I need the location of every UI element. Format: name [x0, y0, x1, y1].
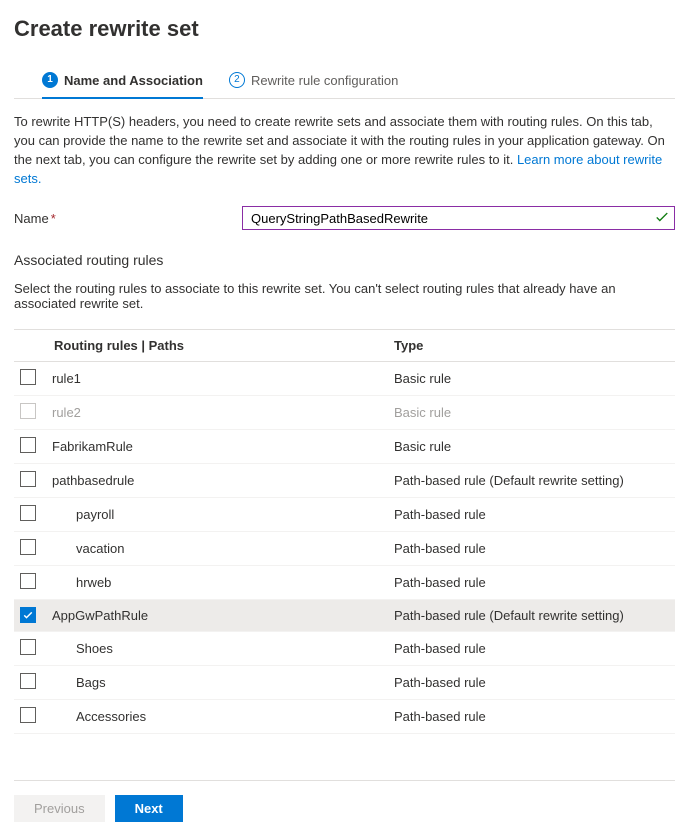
row-name: pathbasedrule — [52, 473, 134, 488]
tab-rewrite-rule-config[interactable]: 2 Rewrite rule configuration — [229, 66, 398, 98]
tab-label: Name and Association — [64, 73, 203, 88]
row-checkbox[interactable] — [20, 607, 36, 623]
row-checkbox[interactable] — [20, 369, 36, 385]
table-row: FabrikamRule Basic rule — [14, 430, 675, 464]
next-button[interactable]: Next — [115, 795, 183, 822]
tab-label: Rewrite rule configuration — [251, 73, 398, 88]
row-type: Path-based rule — [388, 498, 675, 532]
assoc-title: Associated routing rules — [14, 252, 675, 268]
row-type: Path-based rule — [388, 566, 675, 600]
row-type: Path-based rule — [388, 666, 675, 700]
table-row: hrweb Path-based rule — [14, 566, 675, 600]
intro-text: To rewrite HTTP(S) headers, you need to … — [14, 113, 675, 188]
wizard-tabs: 1 Name and Association 2 Rewrite rule co… — [14, 66, 675, 99]
table-row: AppGwPathRule Path-based rule (Default re… — [14, 600, 675, 632]
table-row: payroll Path-based rule — [14, 498, 675, 532]
row-name: FabrikamRule — [52, 439, 133, 454]
row-name: AppGwPathRule — [52, 608, 148, 623]
row-name: payroll — [52, 507, 114, 522]
row-type: Path-based rule (Default rewrite setting… — [388, 600, 675, 632]
row-type: Basic rule — [388, 362, 675, 396]
row-name: rule2 — [52, 405, 81, 420]
row-checkbox[interactable] — [20, 539, 36, 555]
row-checkbox[interactable] — [20, 437, 36, 453]
row-checkbox[interactable] — [20, 573, 36, 589]
table-row: pathbasedrule Path-based rule (Default re… — [14, 464, 675, 498]
row-type: Path-based rule (Default rewrite setting… — [388, 464, 675, 498]
table-row: rule2 Basic rule — [14, 396, 675, 430]
row-checkbox[interactable] — [20, 639, 36, 655]
routing-rules-table: Routing rules | Paths Type rule1 Basic ru… — [14, 329, 675, 734]
row-name: hrweb — [52, 575, 111, 590]
table-row: Accessories Path-based rule — [14, 700, 675, 734]
row-type: Path-based rule — [388, 532, 675, 566]
required-indicator: * — [51, 211, 56, 226]
col-header-name: Routing rules | Paths — [48, 330, 388, 362]
wizard-footer: Previous Next — [14, 780, 675, 822]
row-checkbox[interactable] — [20, 707, 36, 723]
row-type: Path-based rule — [388, 700, 675, 734]
row-type: Basic rule — [388, 430, 675, 464]
step-badge-1: 1 — [42, 72, 58, 88]
row-name: vacation — [52, 541, 124, 556]
valid-check-icon — [655, 210, 669, 227]
table-row: Shoes Path-based rule — [14, 632, 675, 666]
name-label: Name* — [14, 211, 242, 226]
page-title: Create rewrite set — [14, 16, 675, 42]
row-name: Accessories — [52, 709, 146, 724]
name-input[interactable] — [242, 206, 675, 230]
row-checkbox[interactable] — [20, 471, 36, 487]
row-checkbox[interactable] — [20, 505, 36, 521]
assoc-subtitle: Select the routing rules to associate to… — [14, 281, 675, 311]
col-header-type: Type — [388, 330, 675, 362]
tab-name-association[interactable]: 1 Name and Association — [42, 66, 203, 98]
table-row: vacation Path-based rule — [14, 532, 675, 566]
step-badge-2: 2 — [229, 72, 245, 88]
row-name: rule1 — [52, 371, 81, 386]
row-type: Path-based rule — [388, 632, 675, 666]
table-row: rule1 Basic rule — [14, 362, 675, 396]
previous-button[interactable]: Previous — [14, 795, 105, 822]
row-checkbox — [20, 403, 36, 419]
row-type: Basic rule — [388, 396, 675, 430]
row-name: Shoes — [52, 641, 113, 656]
row-name: Bags — [52, 675, 106, 690]
table-row: Bags Path-based rule — [14, 666, 675, 700]
